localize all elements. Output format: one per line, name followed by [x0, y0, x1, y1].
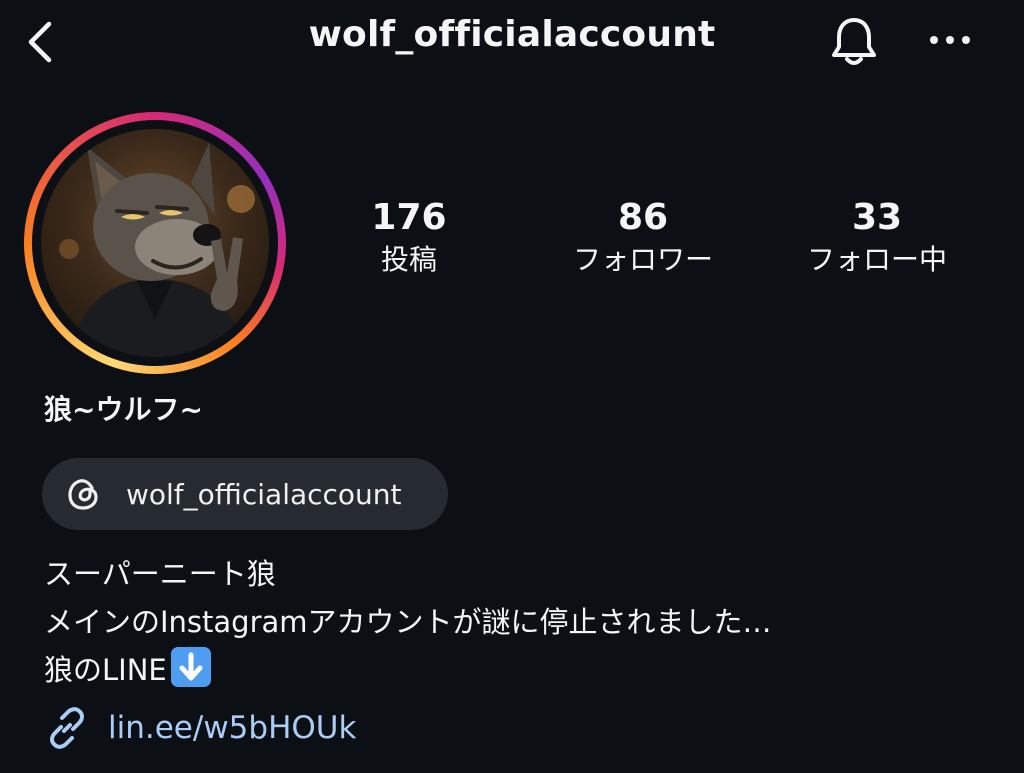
chevron-left-icon [28, 21, 52, 63]
bio-line: メインのInstagramアカウントが謎に停止されました… [44, 605, 772, 639]
notifications-button[interactable] [822, 12, 886, 72]
following-stat[interactable]: 33 フォロー中 [777, 196, 977, 280]
bio-line: スーパーニート狼 [44, 557, 276, 591]
link-icon [50, 707, 84, 749]
following-count: 33 [851, 197, 903, 238]
bio-line-text: 狼のLINE [44, 653, 167, 687]
bio-line: 狼のLINE [44, 646, 772, 694]
threads-icon [64, 474, 104, 514]
posts-count: 176 [371, 197, 447, 238]
posts-label: 投稿 [380, 243, 437, 276]
more-options-button[interactable] [922, 20, 978, 60]
wolf-avatar-image [59, 143, 255, 357]
followers-label: フォロワー [572, 243, 713, 276]
more-horizontal-icon [930, 36, 970, 44]
avatar-story-ring[interactable] [24, 112, 286, 374]
down-arrow-emoji-icon [170, 647, 211, 687]
link-url: lin.ee/w5bHOUk [108, 710, 357, 746]
back-button[interactable] [20, 18, 60, 66]
posts-stat[interactable]: 176 投稿 [309, 196, 509, 280]
display-name: 狼~ウルフ~ [44, 393, 203, 426]
followers-count: 86 [617, 197, 669, 238]
avatar [41, 129, 269, 357]
threads-badge-button[interactable]: wolf_officialaccount [42, 458, 448, 530]
followers-stat[interactable]: 86 フォロワー [543, 196, 743, 280]
following-label: フォロー中 [806, 243, 947, 276]
profile-page: wolf_officialaccount 176 投稿 86 フォロワー 33 … [0, 0, 1024, 773]
threads-username: wolf_officialaccount [126, 477, 402, 511]
bell-icon [832, 18, 876, 65]
external-link[interactable]: lin.ee/w5bHOUk [44, 704, 356, 752]
bio: スーパーニート狼 メインのInstagramアカウントが謎に停止されました… 狼… [44, 550, 772, 694]
